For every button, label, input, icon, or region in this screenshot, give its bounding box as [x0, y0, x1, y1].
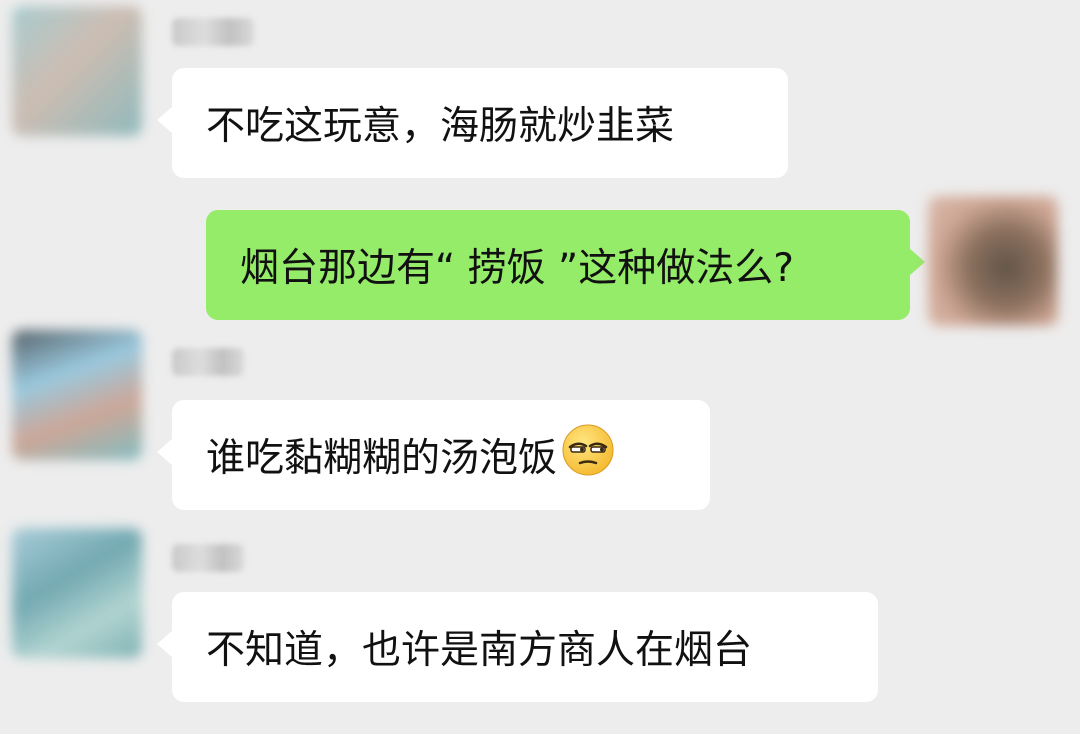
chat-window: 不吃这玩意，海肠就炒韭菜 烟台那边有“ 捞饭 ”这种做法么? 谁吃黏糊糊的汤泡饭 [0, 0, 1080, 734]
message-text: 烟台那边有“ 捞饭 ”这种做法么? [240, 246, 794, 291]
message-bubble-received[interactable]: 不知道，也许是南方商人在烟台 [157, 592, 878, 702]
sender-name-redacted [172, 348, 244, 376]
unamused-face-emoji [561, 423, 615, 487]
message-text: 不吃这玩意，海肠就炒韭菜 [206, 104, 675, 149]
sender-name-redacted [172, 544, 244, 572]
message-text: 不知道，也许是南方商人在烟台 [206, 628, 753, 673]
avatar[interactable] [12, 6, 142, 136]
avatar[interactable] [928, 196, 1058, 326]
message-bubble-received[interactable]: 谁吃黏糊糊的汤泡饭 [157, 400, 710, 510]
avatar[interactable] [12, 528, 142, 658]
sender-name-redacted [172, 18, 254, 46]
message-bubble-sent[interactable]: 烟台那边有“ 捞饭 ”这种做法么? [206, 210, 925, 320]
avatar[interactable] [12, 330, 142, 460]
message-bubble-received[interactable]: 不吃这玩意，海肠就炒韭菜 [157, 68, 788, 178]
message-text: 谁吃黏糊糊的汤泡饭 [206, 436, 558, 481]
